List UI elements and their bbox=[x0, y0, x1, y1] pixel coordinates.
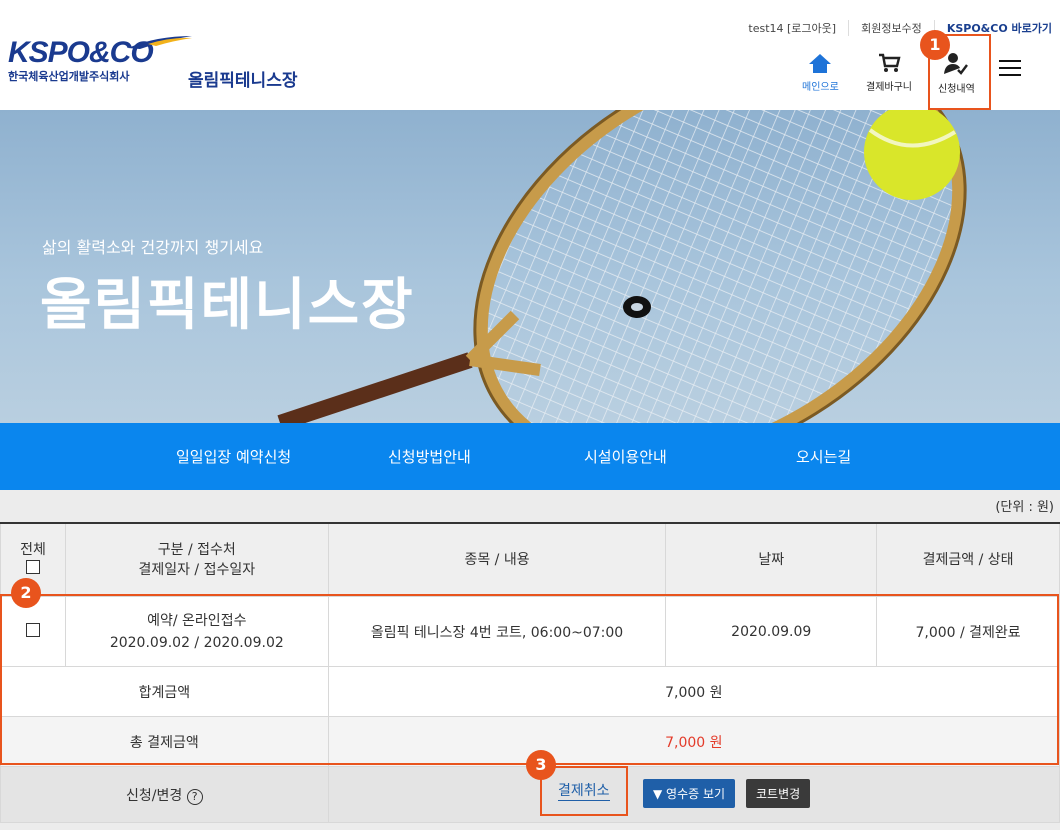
header-category: 구분 / 접수처 결제일자 / 접수일자 bbox=[64, 522, 329, 597]
header-item: 종목 / 내용 bbox=[327, 522, 667, 597]
hero-banner: 삶의 활력소와 건강까지 챙기세요 올림픽테니스장 bbox=[0, 110, 1060, 423]
unit-label: (단위 : 원) bbox=[995, 500, 1054, 515]
cart-icon bbox=[879, 53, 901, 72]
hero-title: 올림픽테니스장 bbox=[40, 273, 415, 338]
court-change-button[interactable]: 코트변경 bbox=[746, 779, 811, 808]
logout-link[interactable]: test14 [로그아웃] bbox=[736, 20, 848, 36]
change-label: 신청/변경 bbox=[125, 787, 183, 804]
home-icon bbox=[809, 54, 832, 73]
nav-item-guide[interactable]: 신청방법안내 bbox=[388, 446, 471, 467]
logo-swoosh-icon bbox=[128, 36, 192, 49]
receipt-button[interactable]: ▼ 영수증 보기 bbox=[643, 779, 736, 808]
hero-subtitle: 삶의 활력소와 건강까지 챙기세요 bbox=[42, 238, 264, 257]
nav-item-facility[interactable]: 시설이용안내 bbox=[584, 446, 667, 467]
main-nav: 일일입장 예약신청 신청방법안내 시설이용안내 오시는길 bbox=[0, 423, 1060, 490]
step-badge-1: 1 bbox=[920, 30, 950, 60]
hamburger-menu-icon[interactable] bbox=[999, 60, 1021, 78]
home-label: 메인으로 bbox=[802, 82, 839, 93]
step-badge-3: 3 bbox=[526, 750, 556, 780]
header-amount: 결제금액 / 상태 bbox=[876, 522, 1060, 597]
header: test14 [로그아웃] 회원정보수정 KSPO&CO 바로가기 KSPO&C… bbox=[0, 0, 1060, 110]
nav-item-directions[interactable]: 오시는길 bbox=[796, 446, 851, 467]
utility-links: test14 [로그아웃] 회원정보수정 KSPO&CO 바로가기 bbox=[736, 20, 1052, 36]
select-all-checkbox[interactable] bbox=[25, 559, 40, 574]
logo-subtext: 한국체육산업개발주식회사 bbox=[8, 70, 130, 83]
home-button[interactable]: 메인으로 bbox=[802, 52, 839, 93]
site-title: 올림픽테니스장 bbox=[188, 71, 298, 91]
nav-item-reservation[interactable]: 일일입장 예약신청 bbox=[176, 446, 291, 467]
cart-button[interactable]: 결제바구니 bbox=[866, 52, 912, 93]
step-badge-2: 2 bbox=[11, 578, 41, 608]
logo[interactable]: KSPO&CO 한국체육산업개발주식회사 bbox=[8, 36, 192, 84]
table-header-row: 전체 구분 / 접수처 결제일자 / 접수일자 종목 / 내용 날짜 결제금액 /… bbox=[0, 522, 1060, 597]
header-date: 날짜 bbox=[665, 522, 878, 597]
cart-label: 결제바구니 bbox=[866, 82, 912, 93]
highlight-table bbox=[0, 594, 1059, 765]
help-icon[interactable]: ? bbox=[186, 788, 203, 805]
edit-profile-link[interactable]: 회원정보수정 bbox=[848, 20, 934, 36]
